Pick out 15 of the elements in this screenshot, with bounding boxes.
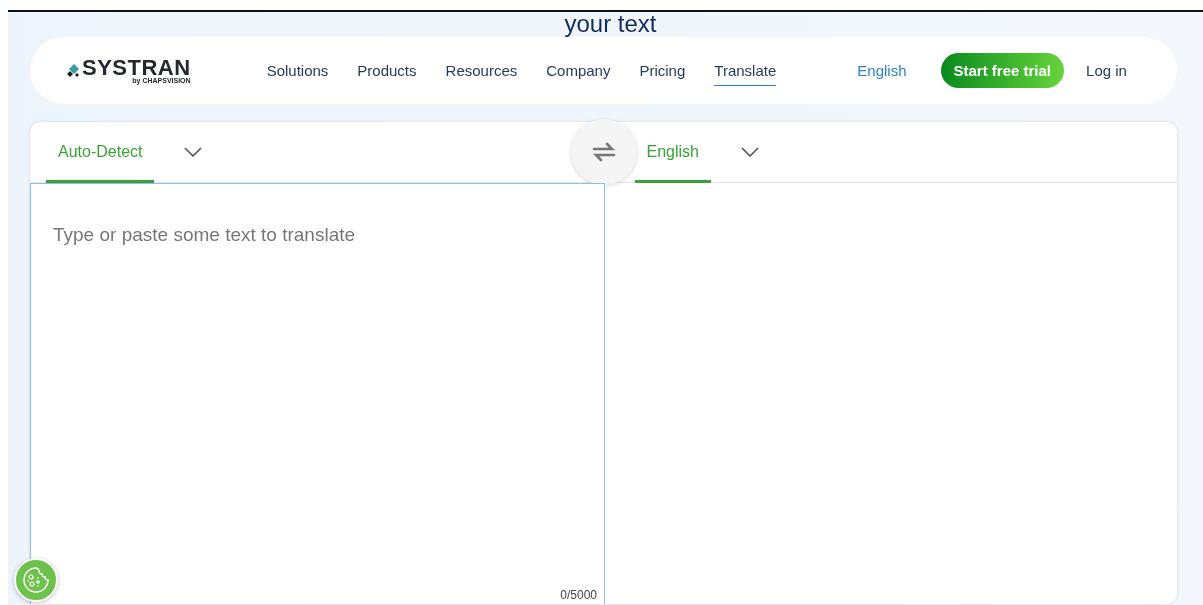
nav-link[interactable]: Products [357, 55, 417, 86]
swap-languages-button[interactable] [571, 119, 637, 185]
nav-link[interactable]: Company [546, 55, 611, 86]
nav-link[interactable]: Translate [714, 55, 777, 86]
swap-arrows-icon [591, 140, 617, 164]
nav-link[interactable]: Solutions [266, 55, 329, 86]
language-link[interactable]: English [857, 62, 907, 79]
nav-link[interactable]: Resources [445, 55, 518, 86]
chevron-down-icon[interactable] [184, 147, 203, 157]
page-headline: your text [563, 12, 657, 37]
nav-link[interactable]: Pricing [639, 55, 686, 86]
character-counter: 0/5000 [560, 588, 597, 602]
cookie-icon [21, 565, 51, 595]
login-link[interactable]: Log in [1086, 62, 1127, 79]
chevron-down-icon[interactable] [741, 147, 759, 157]
